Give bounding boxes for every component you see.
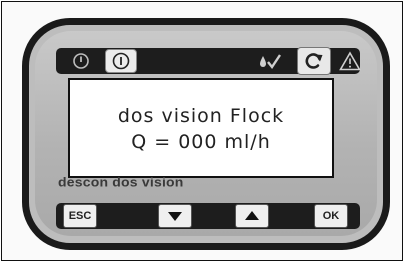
- device-photo: dos vision Flock Q = 000 ml/h descon dos…: [0, 0, 406, 264]
- esc-button[interactable]: ESC: [63, 204, 97, 228]
- flow-rate-readout: Q = 000 ml/h: [131, 131, 271, 153]
- power-icon: [70, 50, 92, 72]
- arrow-down-icon: [168, 212, 182, 221]
- info-icon: [112, 52, 130, 70]
- down-button[interactable]: [158, 204, 192, 228]
- info-button[interactable]: [105, 49, 137, 73]
- up-button[interactable]: [235, 204, 269, 228]
- refresh-icon: [305, 53, 323, 69]
- warning-icon: [338, 50, 362, 72]
- display-title: dos vision Flock: [117, 105, 285, 127]
- lcd-display: dos vision Flock Q = 000 ml/h: [68, 78, 334, 178]
- drop-check-icon: [258, 51, 282, 71]
- brand-label: descon dos vision: [58, 175, 184, 190]
- refresh-button[interactable]: [297, 47, 331, 75]
- arrow-up-icon: [245, 211, 259, 220]
- ok-button[interactable]: OK: [314, 204, 348, 228]
